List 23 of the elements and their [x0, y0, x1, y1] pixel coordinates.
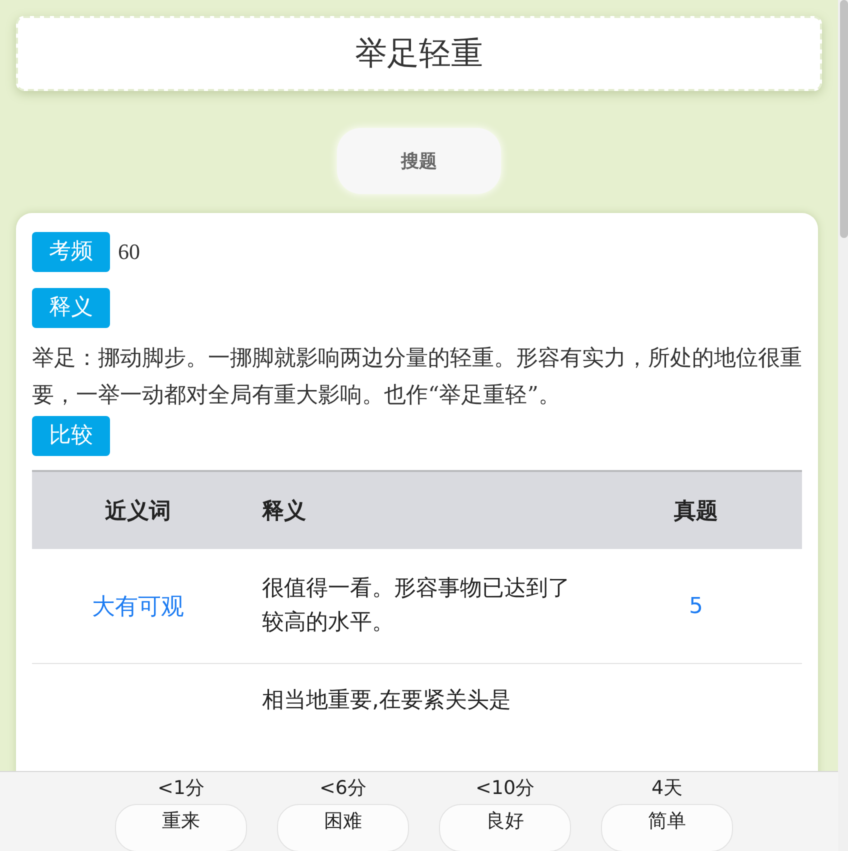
column-header: 近义词	[32, 471, 244, 549]
section-label: 释义	[32, 288, 110, 328]
section-label: 考频	[32, 232, 110, 272]
table-cell-text: 很值得一看。形容事物已达到了较高的水平。	[261, 574, 571, 636]
interval-label: <6分	[319, 776, 366, 801]
answer-button[interactable]: 重来	[115, 804, 247, 851]
answer-button[interactable]: 简单	[601, 804, 733, 851]
definition-text: 举足：挪动脚步。一挪脚就影响两边分量的轻重。形容有实力，所处的地位很重要，一举一动都对全局有重大影响。也作“举足重轻”。	[32, 345, 802, 410]
section-label: 比较	[32, 416, 110, 456]
scrollbar-thumb[interactable]	[840, 0, 848, 238]
column-header: 真题	[590, 471, 802, 549]
interval-label: <1分	[157, 776, 204, 801]
table-cell-text: 相当地重要,在要紧关头是	[261, 687, 512, 715]
answer-button[interactable]: 困难	[277, 804, 409, 851]
answer-button[interactable]: 良好	[439, 804, 571, 851]
interval-label: 4天	[651, 776, 683, 801]
exam-count-link[interactable]: 5	[689, 594, 703, 618]
synonym-link[interactable]: 大有可观	[92, 594, 184, 620]
column-header: 释义	[244, 471, 590, 549]
interval-label: <10分	[475, 776, 535, 801]
search-button[interactable]: 搜题	[337, 128, 501, 194]
frequency-value: 60	[118, 239, 140, 265]
word-title: 举足轻重	[16, 16, 822, 91]
